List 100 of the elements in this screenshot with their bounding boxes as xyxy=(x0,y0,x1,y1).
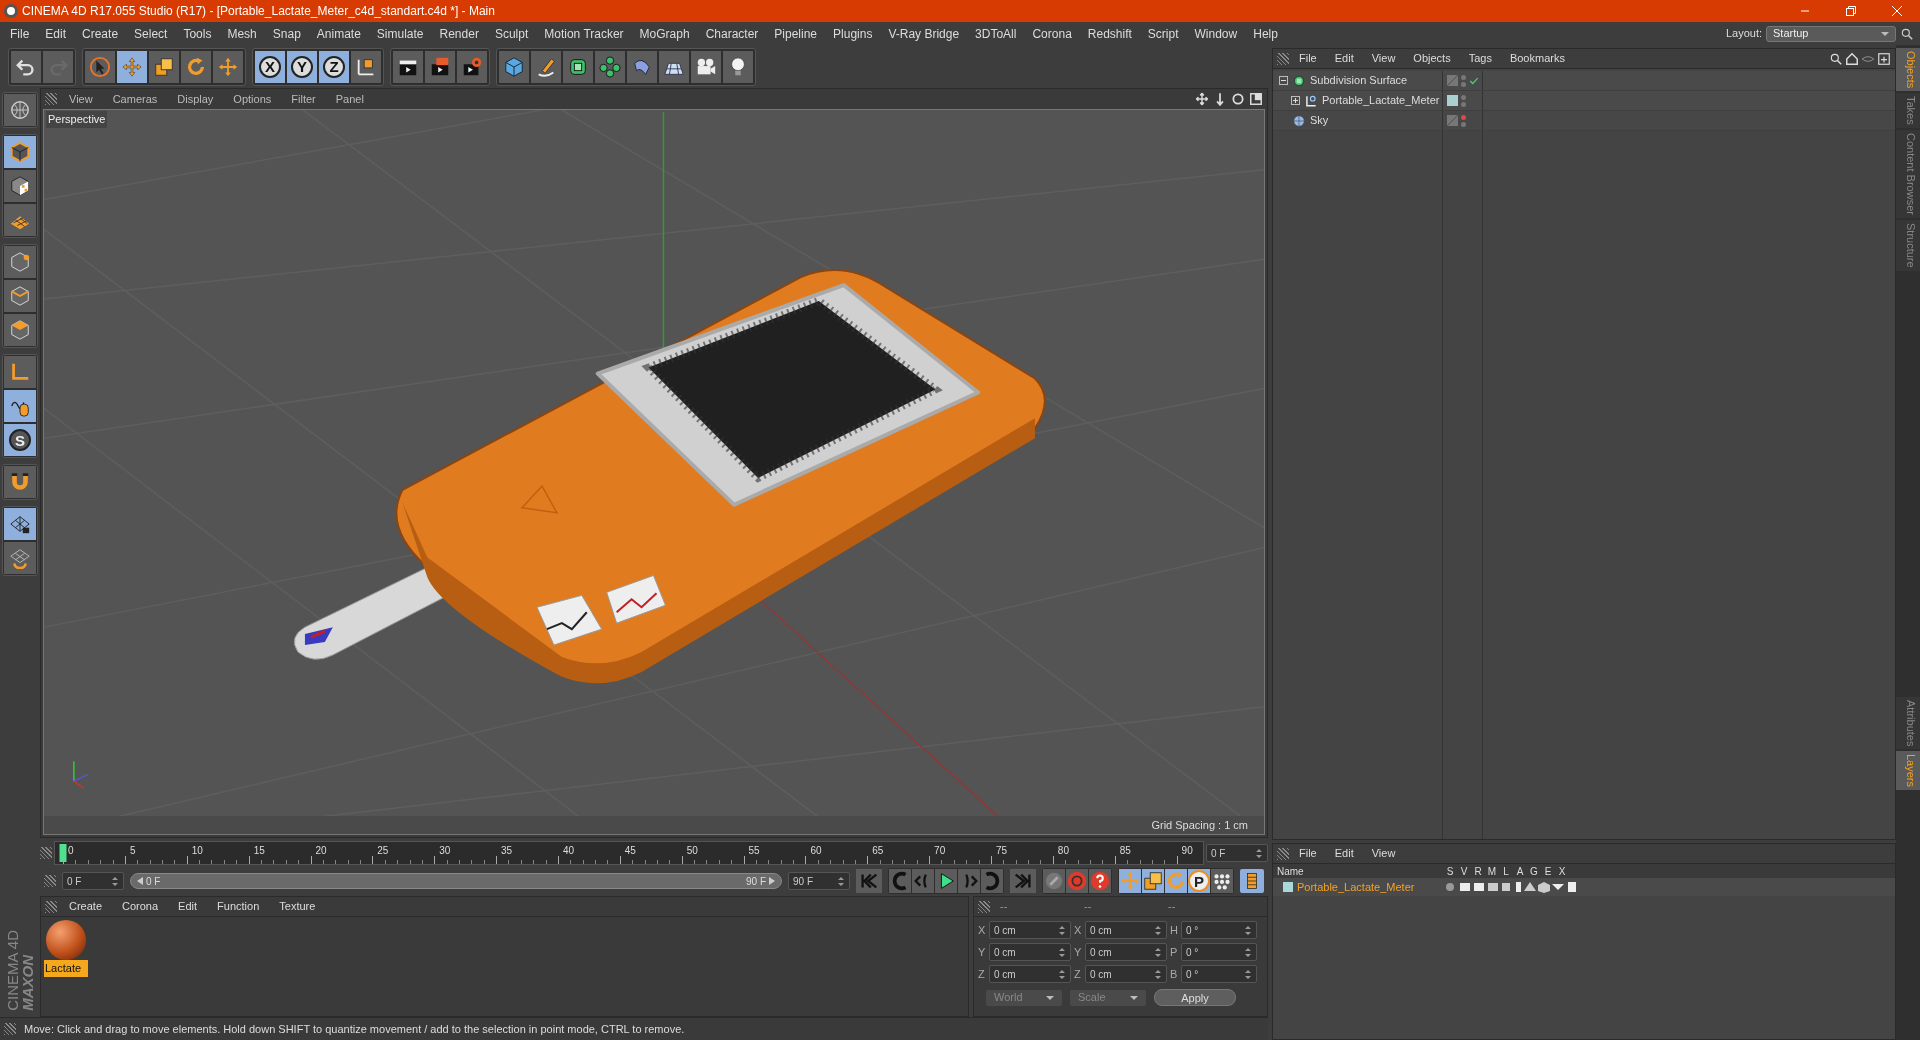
axis-mode-button[interactable] xyxy=(4,356,36,388)
menu-item[interactable]: Mesh xyxy=(219,24,265,43)
record-button[interactable] xyxy=(1066,869,1088,893)
object-name[interactable]: Sky xyxy=(1310,112,1329,129)
next-key-button[interactable] xyxy=(981,869,1003,893)
scale-key-button[interactable] xyxy=(1142,869,1164,893)
pan-button[interactable] xyxy=(1195,92,1209,106)
object-menu-item[interactable]: Edit xyxy=(1326,50,1362,67)
maximize-button[interactable] xyxy=(1249,92,1263,106)
tweak-mode-button[interactable] xyxy=(4,390,36,422)
cube-object-button[interactable] xyxy=(499,50,529,83)
rotation-field[interactable]: 0 ° xyxy=(1181,965,1257,983)
layer-menu-item[interactable]: File xyxy=(1291,845,1325,862)
menu-item[interactable]: Character xyxy=(697,24,767,43)
scale-tool-button[interactable] xyxy=(149,50,179,83)
visibility-dots-icon[interactable] xyxy=(1461,74,1466,87)
render-button[interactable] xyxy=(425,50,455,83)
menu-item[interactable]: Redshift xyxy=(1079,24,1140,43)
start-frame-field[interactable]: 0 F xyxy=(62,872,124,890)
last-frame-button[interactable] xyxy=(1010,869,1036,893)
object-menu-item[interactable]: File xyxy=(1291,50,1325,67)
checkmark-icon[interactable] xyxy=(1469,75,1479,86)
parameter-key-button[interactable]: P xyxy=(1188,869,1210,893)
viewport-menu-item[interactable]: Options xyxy=(225,90,280,108)
menu-item[interactable]: MoGraph xyxy=(631,24,698,43)
menu-item[interactable]: Render xyxy=(431,24,487,43)
object-menu-item[interactable]: Objects xyxy=(1405,50,1459,67)
axis-lock-button[interactable]: Z xyxy=(319,50,349,83)
object-menu-item[interactable]: View xyxy=(1363,50,1404,67)
size-field[interactable]: 0 cm xyxy=(1085,921,1167,939)
menu-item[interactable]: Window xyxy=(1186,24,1246,43)
menu-item[interactable]: Animate xyxy=(308,24,369,43)
deformer-button[interactable] xyxy=(627,50,657,83)
collapse-icon[interactable] xyxy=(1279,76,1288,85)
rotate-tool-button[interactable] xyxy=(181,50,211,83)
menu-item[interactable]: Simulate xyxy=(368,24,432,43)
transform-tool-button[interactable] xyxy=(213,50,243,83)
material-menu-item[interactable]: Create xyxy=(61,898,111,915)
position-field[interactable]: 0 cm xyxy=(989,921,1071,939)
frame-range-slider[interactable]: 0 F 90 F xyxy=(130,873,782,889)
keyframe-button[interactable] xyxy=(1043,869,1065,893)
menu-item[interactable]: Tools xyxy=(175,24,220,43)
object-menu-item[interactable]: Bookmarks xyxy=(1501,50,1573,67)
locked-workplane-button[interactable] xyxy=(4,508,36,540)
menu-item[interactable]: Select xyxy=(126,24,176,43)
size-field[interactable]: 0 cm xyxy=(1085,943,1167,961)
menu-item[interactable]: 3DToAll xyxy=(967,24,1025,43)
light-button[interactable] xyxy=(723,50,753,83)
render-settings-button[interactable] xyxy=(457,50,487,83)
subdivision-button[interactable] xyxy=(563,50,593,83)
material-menu-item[interactable]: Edit xyxy=(170,898,206,915)
menu-item[interactable]: V-Ray Bridge xyxy=(880,24,968,43)
menu-item[interactable]: Create xyxy=(74,24,127,43)
timeline-ruler[interactable]: 0 5 10 15 20 25 30 35 40 45 50 55 60 65 70 75 80 85 90 xyxy=(54,841,1204,865)
menu-item[interactable]: Edit xyxy=(37,24,75,43)
layout-dropdown[interactable]: Startup xyxy=(1766,25,1896,42)
menu-item[interactable]: Sculpt xyxy=(486,24,537,43)
material-menu-item[interactable]: Corona xyxy=(114,898,167,915)
viewport-menu-item[interactable]: View xyxy=(61,90,101,108)
move-tool-button[interactable] xyxy=(117,50,147,83)
point-level-button[interactable] xyxy=(1211,869,1233,893)
menu-item[interactable]: Corona xyxy=(1024,24,1080,43)
menu-item[interactable]: Script xyxy=(1139,24,1187,43)
end-frame-field[interactable]: 90 F xyxy=(788,872,850,890)
viewport-menu-item[interactable]: Filter xyxy=(283,90,324,108)
playhead[interactable] xyxy=(59,844,67,862)
render-view-button[interactable] xyxy=(393,50,423,83)
expand-icon[interactable] xyxy=(1291,96,1300,105)
object-name[interactable]: Portable_Lactate_Meter xyxy=(1322,92,1440,109)
timeline-button[interactable] xyxy=(1240,869,1264,893)
viewport-menu-item[interactable]: Panel xyxy=(327,90,372,108)
viewport-menu-item[interactable]: Display xyxy=(169,90,222,108)
layer-menu-item[interactable]: Edit xyxy=(1326,845,1362,862)
apply-button[interactable]: Apply xyxy=(1154,989,1236,1006)
material-menu-item[interactable]: Function xyxy=(209,898,268,915)
material-menu-item[interactable]: Texture xyxy=(271,898,324,915)
rotation-field[interactable]: 0 ° xyxy=(1181,921,1257,939)
side-tab[interactable]: Content Browser xyxy=(1896,130,1920,218)
select-tool-button[interactable] xyxy=(85,50,115,83)
cloner-button[interactable] xyxy=(595,50,625,83)
layer-menu-item[interactable]: View xyxy=(1363,845,1404,862)
layer-name[interactable]: Portable_Lactate_Meter xyxy=(1297,878,1415,896)
points-mode-button[interactable] xyxy=(4,246,36,278)
menu-item[interactable]: Motion Tracker xyxy=(536,24,632,43)
floor-button[interactable] xyxy=(659,50,689,83)
model-mode-button[interactable] xyxy=(4,136,36,168)
axis-lock-button[interactable]: X xyxy=(255,50,285,83)
edges-mode-button[interactable] xyxy=(4,280,36,312)
undo-button[interactable] xyxy=(11,50,41,83)
rotation-field[interactable]: 0 ° xyxy=(1181,943,1257,961)
position-field[interactable]: 0 cm xyxy=(989,965,1071,983)
polygons-mode-button[interactable] xyxy=(4,314,36,346)
viewport-menu-item[interactable]: Cameras xyxy=(104,90,166,108)
camera-button[interactable] xyxy=(691,50,721,83)
snap-button[interactable]: S xyxy=(4,424,36,456)
pen-tool-button[interactable] xyxy=(531,50,561,83)
menu-item[interactable]: Help xyxy=(1245,24,1286,43)
3d-viewport[interactable]: Perspective Grid Spacing : 1 cm xyxy=(43,109,1265,835)
coordinate-system-button[interactable] xyxy=(351,50,381,83)
orbit-button[interactable] xyxy=(1231,92,1245,106)
